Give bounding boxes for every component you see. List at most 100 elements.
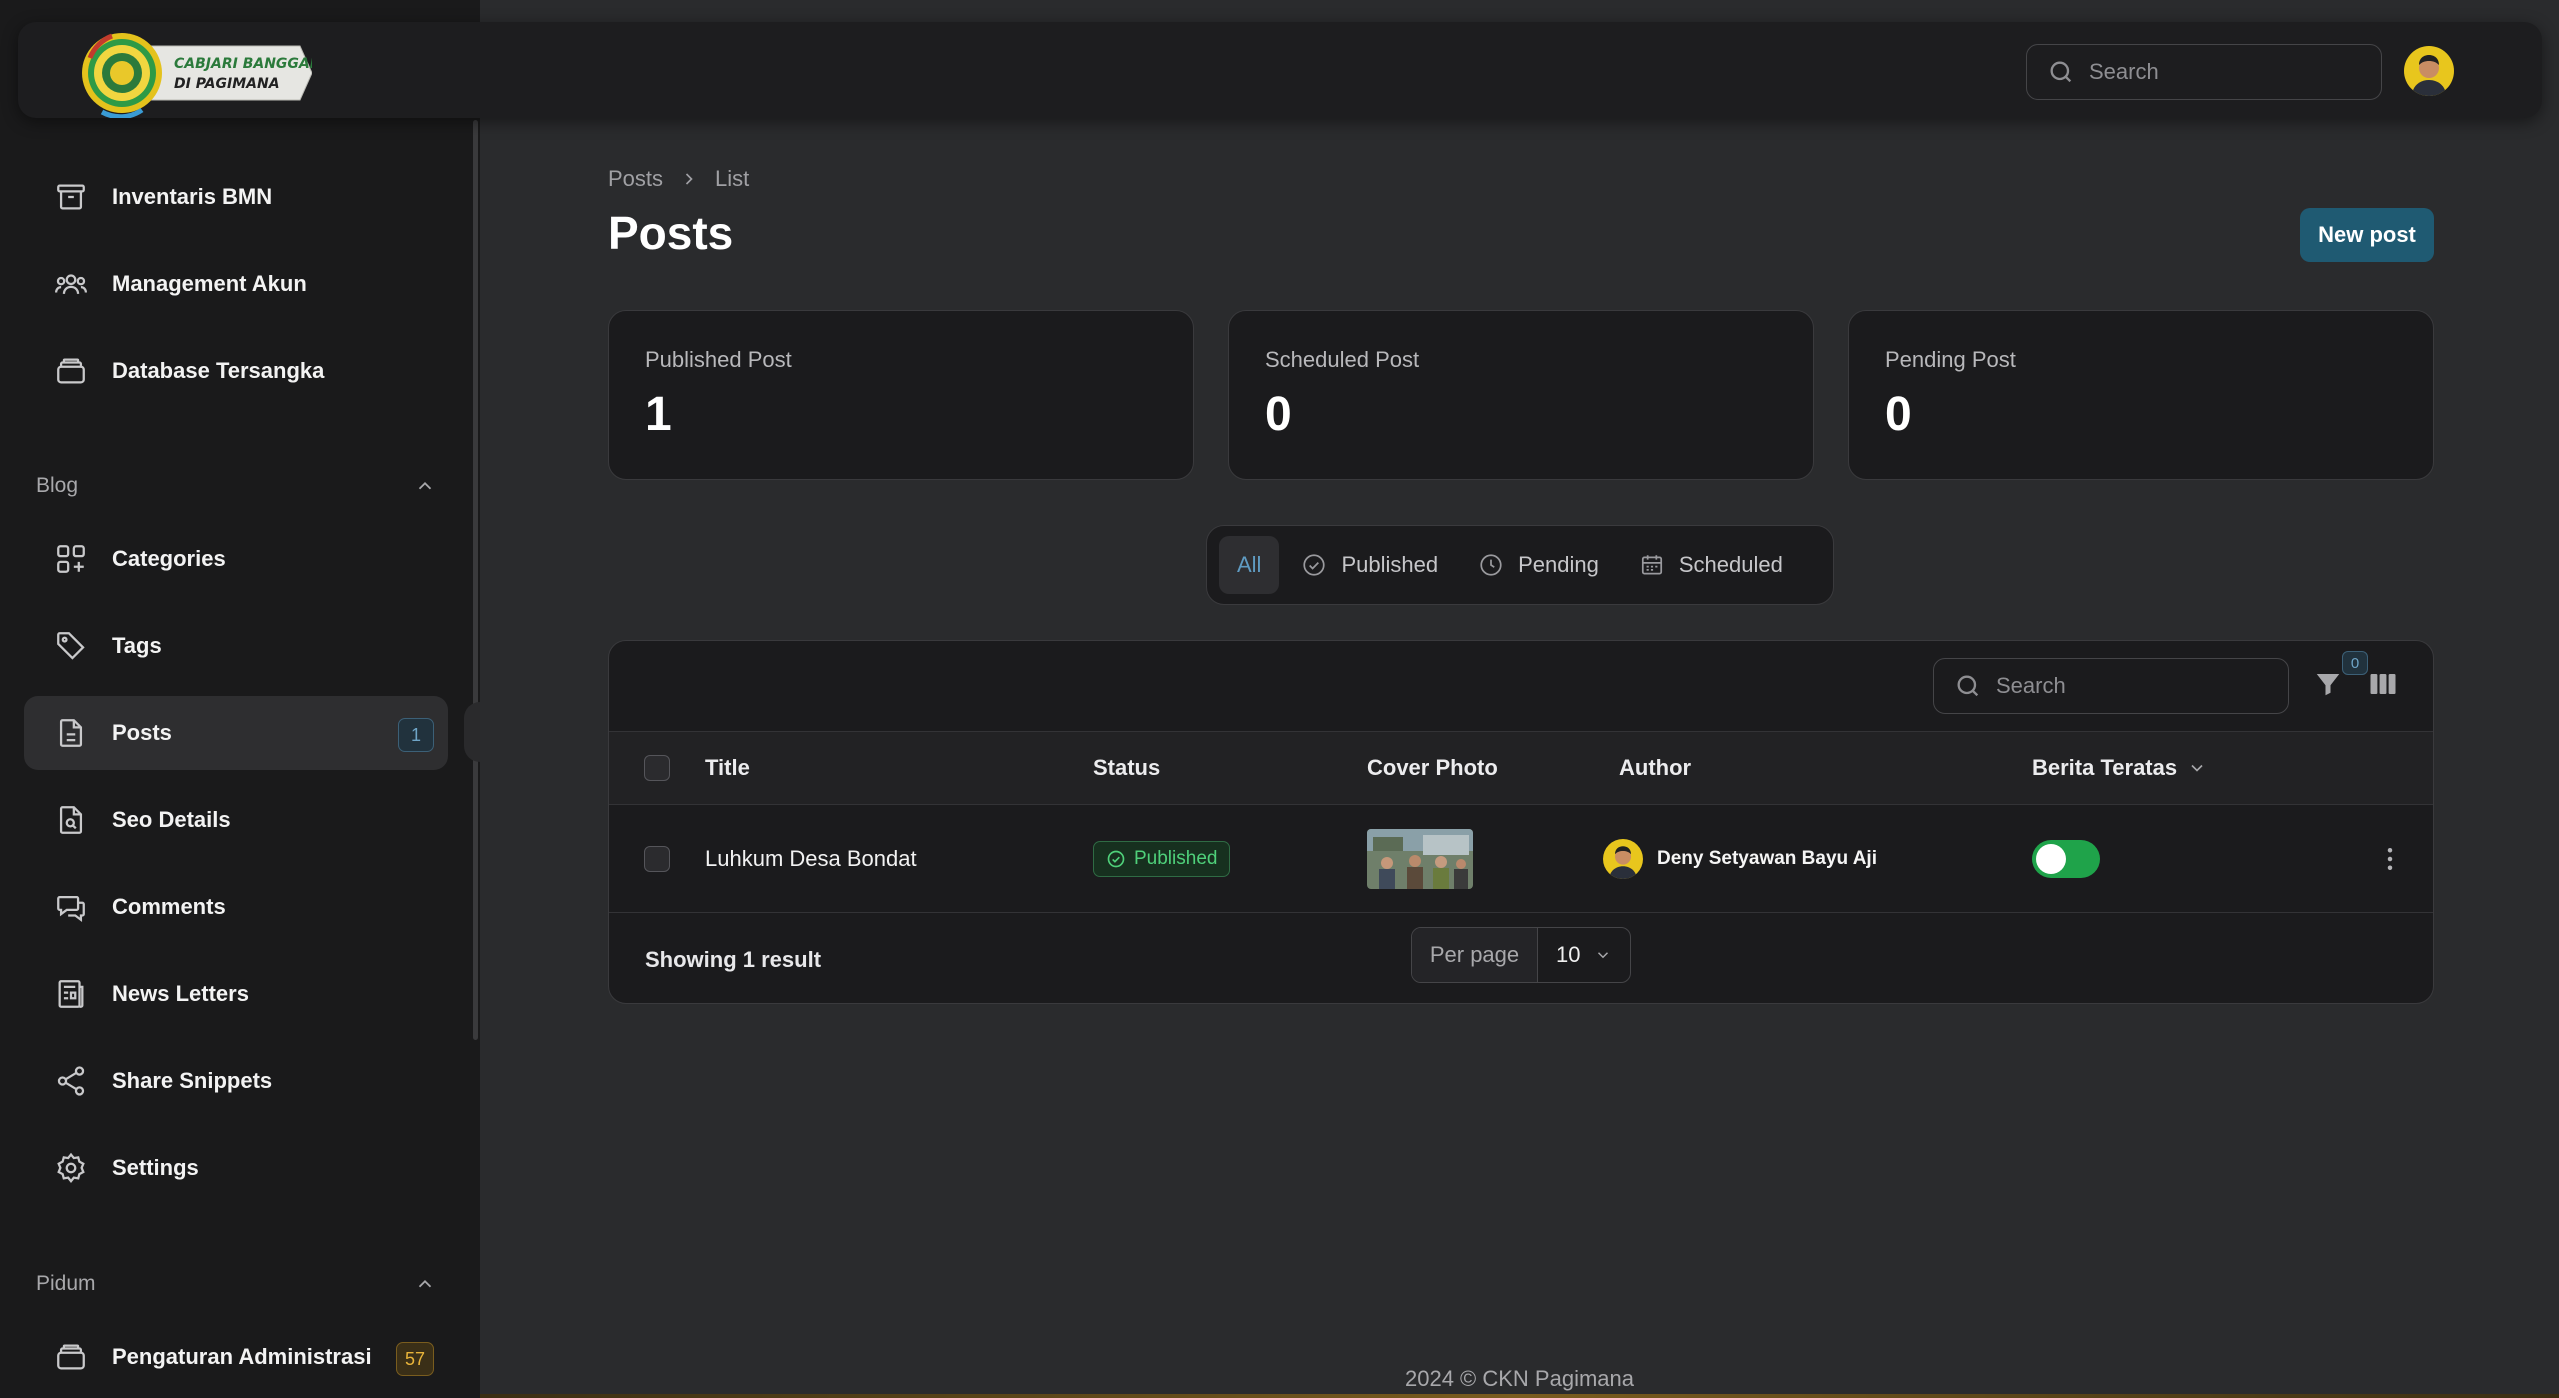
sidebar-item-database-tersangka[interactable]: Database Tersangka <box>24 334 448 408</box>
row-checkbox[interactable] <box>644 845 670 872</box>
sidebar-item-comments[interactable]: Comments <box>24 870 448 944</box>
per-page-value-wrap[interactable]: 10 <box>1538 928 1630 982</box>
select-all-cell <box>644 732 670 804</box>
sidebar-item-pengaturan-administrasi[interactable]: Pengaturan Administrasi 57 <box>24 1320 448 1394</box>
row-select-cell <box>644 805 670 912</box>
sidebar-item-tags[interactable]: Tags <box>24 609 448 683</box>
document-icon <box>54 716 88 750</box>
tab-published[interactable]: Published <box>1283 536 1456 594</box>
filter-count-badge: 0 <box>2342 651 2368 675</box>
sidebar: Inventaris BMN Management Akun Database … <box>0 0 480 1398</box>
sidebar-item-label: Tags <box>112 633 162 658</box>
new-post-button[interactable]: New post <box>2300 208 2434 262</box>
status-text: Published <box>1134 847 1218 869</box>
sidebar-item-seo-details[interactable]: Seo Details <box>24 783 448 857</box>
sidebar-item-management-akun[interactable]: Management Akun <box>24 247 448 321</box>
page-title: Posts <box>608 207 734 259</box>
sidebar-item-inventaris-bmn[interactable]: Inventaris BMN <box>24 160 448 234</box>
page-footer: 2024 © CKN Pagimana <box>1404 1366 1634 1391</box>
table-row[interactable]: Luhkum Desa Bondat Published Deny Setyaw… <box>609 805 2433 913</box>
newspaper-icon <box>54 977 88 1011</box>
sidebar-item-label: Pengaturan Administrasi <box>112 1344 372 1369</box>
filter-icon[interactable] <box>2313 669 2343 699</box>
sidebar-item-settings[interactable]: Settings <box>24 1131 448 1205</box>
chat-icon <box>54 890 88 924</box>
calendar-icon <box>1639 552 1679 578</box>
stat-value: 0 <box>1885 388 1912 441</box>
sidebar-item-label: Comments <box>112 894 226 919</box>
status-tabs: All Published Pending Scheduled <box>1206 525 1834 605</box>
per-page-select[interactable]: Per page 10 <box>1411 927 1631 983</box>
row-cover-cell <box>1367 805 1473 912</box>
search-placeholder: Search <box>1996 673 2066 698</box>
row-title[interactable]: Luhkum Desa Bondat <box>705 805 917 912</box>
clock-icon <box>1478 552 1518 578</box>
stat-value: 0 <box>1265 388 1292 441</box>
table-search-input[interactable]: Search <box>1933 658 2289 714</box>
search-placeholder: Search <box>2089 59 2159 84</box>
logo-text-line2: DI PAGIMANA <box>174 76 280 92</box>
row-status-cell: Published <box>1093 805 1231 912</box>
column-author[interactable]: Author <box>1619 732 1691 804</box>
stat-label: Published Post <box>645 347 792 372</box>
tab-all[interactable]: All <box>1219 536 1280 594</box>
check-circle-icon <box>1106 849 1134 869</box>
logo-text-line1: CABJARI BANGGAI <box>174 56 312 72</box>
sidebar-item-share-snippets[interactable]: Share Snippets <box>24 1044 448 1118</box>
breadcrumb: Posts List <box>608 166 749 192</box>
bottom-accent-line <box>480 1394 2559 1398</box>
chevron-right-icon <box>663 169 715 189</box>
app-logo[interactable]: CABJARI BANGGAI DI PAGIMANA <box>82 28 312 118</box>
select-all-checkbox[interactable] <box>644 755 670 781</box>
chevron-down-icon <box>1594 946 1612 964</box>
sidebar-item-label: Inventaris BMN <box>112 184 273 209</box>
status-badge: Published <box>1093 840 1231 877</box>
stack-icon <box>54 354 88 388</box>
tag-icon <box>54 629 88 663</box>
sidebar-group-blog[interactable]: Blog <box>36 466 436 506</box>
search-icon <box>1954 672 1996 700</box>
posts-table: Search 0 Title Status Cover Photo Author… <box>608 640 2434 1004</box>
user-avatar[interactable] <box>2404 46 2454 96</box>
column-label: Berita Teratas <box>2032 755 2178 780</box>
stat-card-scheduled: Scheduled Post 0 <box>1228 310 1814 480</box>
sidebar-item-news-letters[interactable]: News Letters <box>24 957 448 1031</box>
sidebar-scrollbar[interactable] <box>473 120 478 1040</box>
stat-label: Pending Post <box>1885 347 2016 372</box>
check-circle-icon <box>1301 552 1341 578</box>
sidebar-item-posts[interactable]: Posts 1 <box>24 696 448 770</box>
cover-photo-thumbnail[interactable] <box>1367 828 1473 889</box>
breadcrumb-posts-link[interactable]: Posts <box>608 166 663 192</box>
per-page-value: 10 <box>1556 942 1581 967</box>
administrasi-count-badge: 57 <box>395 1342 434 1376</box>
tab-label: Scheduled <box>1678 552 1783 577</box>
column-cover-photo[interactable]: Cover Photo <box>1367 732 1498 804</box>
tab-pending[interactable]: Pending <box>1460 536 1617 594</box>
sidebar-item-categories[interactable]: Categories <box>24 522 448 596</box>
row-berita-teratas-cell <box>2032 805 2100 912</box>
per-page-label: Per page <box>1412 928 1538 982</box>
stat-value: 1 <box>645 388 672 441</box>
archive-icon <box>54 180 88 214</box>
stat-card-published: Published Post 1 <box>608 310 1194 480</box>
global-search-input[interactable]: Search <box>2026 44 2382 100</box>
search-icon <box>2047 58 2089 86</box>
sidebar-item-label: Seo Details <box>112 807 231 832</box>
grid-plus-icon <box>54 542 88 576</box>
berita-teratas-toggle[interactable] <box>2032 839 2100 878</box>
breadcrumb-current: List <box>715 166 750 191</box>
stat-label: Scheduled Post <box>1265 347 1420 372</box>
sidebar-item-label: Settings <box>112 1155 199 1180</box>
tab-scheduled[interactable]: Scheduled <box>1621 536 1801 594</box>
tab-label: Published <box>1341 552 1439 577</box>
columns-icon[interactable] <box>2367 669 2399 699</box>
column-status[interactable]: Status <box>1093 732 1160 804</box>
row-author-cell: Deny Setyawan Bayu Aji <box>1603 805 1877 912</box>
stack-icon <box>54 1340 88 1374</box>
sidebar-group-pidum[interactable]: Pidum <box>36 1264 436 1304</box>
column-berita-teratas[interactable]: Berita Teratas <box>2032 732 2207 804</box>
sidebar-collapse-handle[interactable] <box>464 702 480 762</box>
column-title[interactable]: Title <box>705 732 750 804</box>
sidebar-item-label: Posts <box>112 720 172 745</box>
more-vertical-icon[interactable] <box>2375 844 2405 874</box>
